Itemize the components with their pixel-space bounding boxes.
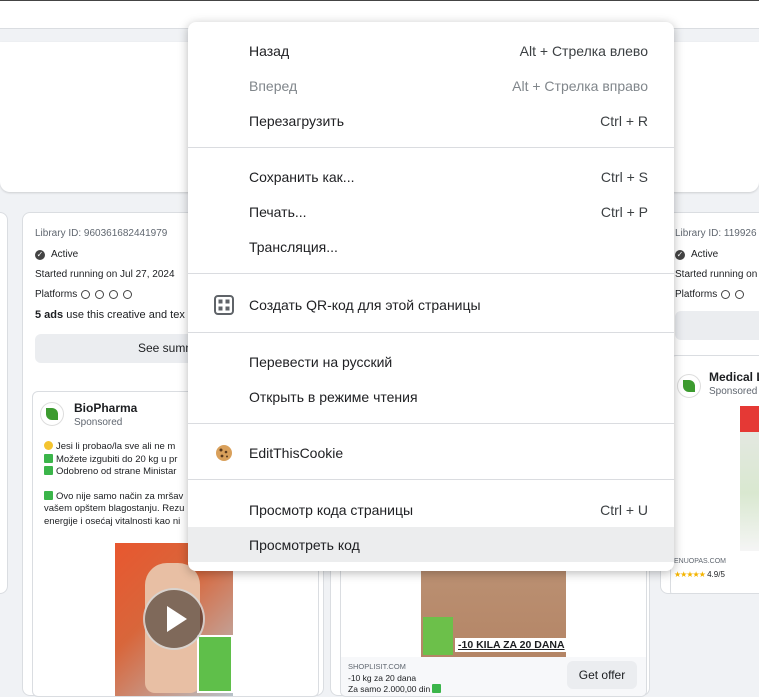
menu-item-translate[interactable]: Перевести на русский xyxy=(188,344,674,379)
platforms-row: Platforms xyxy=(675,289,745,300)
menu-item-label: Трансляция... xyxy=(249,238,338,255)
menu-item-save-as[interactable]: Сохранить как... Ctrl + S xyxy=(188,159,674,194)
ads-using-creative: 5 ads use this creative and tex xyxy=(35,309,185,321)
menu-separator xyxy=(188,423,674,424)
menu-item-shortcut: Alt + Стрелка влево xyxy=(519,42,648,59)
platforms-label: Platforms xyxy=(675,289,718,300)
menu-item-label: Сохранить как... xyxy=(249,168,355,185)
instagram-icon xyxy=(735,290,745,299)
status-active: ✓ Active xyxy=(35,249,78,260)
started-running: Started running on xyxy=(675,269,758,280)
ad-headline: -10 kg za 20 dana xyxy=(348,673,417,683)
ad-price: Za samo 2.000,00 din xyxy=(348,684,444,694)
get-offer-label: Get offer xyxy=(578,668,626,682)
menu-item-shortcut: Ctrl + U xyxy=(600,501,648,518)
ads-count: 5 ads xyxy=(35,309,64,321)
context-menu: Назад Alt + Стрелка влево Вперед Alt + С… xyxy=(188,22,674,571)
video-banner: -10 KILA ZA 20 DANA xyxy=(455,638,566,652)
product-box xyxy=(423,617,453,655)
library-id: Library ID: 119926 xyxy=(675,228,757,239)
cookie-icon xyxy=(214,443,234,463)
facebook-icon xyxy=(81,290,91,299)
messenger-icon xyxy=(123,290,133,299)
advertiser-name[interactable]: Medical L xyxy=(709,370,759,384)
leaf-icon xyxy=(46,408,58,420)
ads-text: use this creative and tex xyxy=(63,309,185,321)
ad-image-3[interactable] xyxy=(740,406,759,551)
facebook-icon xyxy=(721,290,731,299)
library-id: Library ID: 960361682441979 xyxy=(35,228,168,239)
started-running: Started running on Jul 27, 2024 xyxy=(35,269,175,280)
menu-item-inspect[interactable]: Просмотреть код xyxy=(188,527,674,562)
menu-item-editthiscookie[interactable]: EditThisCookie xyxy=(188,435,674,470)
ad-card-3: Library ID: 119926 ✓ Active Started runn… xyxy=(660,212,759,594)
ad-domain: SHOPLISIT.COM xyxy=(348,662,406,671)
menu-item-back[interactable]: Назад Alt + Стрелка влево xyxy=(188,33,674,68)
face-emoji-icon xyxy=(44,441,53,450)
menu-separator xyxy=(188,147,674,148)
menu-item-print[interactable]: Печать... Ctrl + P xyxy=(188,194,674,229)
status-label: Active xyxy=(691,249,719,260)
menu-item-label: Просмотр кода страницы xyxy=(249,501,414,518)
check-circle-icon: ✓ xyxy=(675,249,685,260)
advertiser-logo xyxy=(40,402,64,426)
menu-separator xyxy=(188,479,674,480)
menu-item-label: Перезагрузить xyxy=(249,112,344,129)
platforms-row: Platforms xyxy=(35,289,133,300)
rating-value: 4.9/5 xyxy=(707,570,725,579)
see-summary-button[interactable] xyxy=(675,311,759,340)
menu-separator xyxy=(188,273,674,274)
menu-item-label: Перевести на русский xyxy=(249,353,393,370)
platforms-label: Platforms xyxy=(35,289,78,300)
checkmark-icon xyxy=(44,466,53,475)
ad-domain: ENUOPAS.COM xyxy=(674,558,726,565)
checkmark-icon xyxy=(432,684,442,693)
menu-separator xyxy=(188,332,674,333)
check-circle-icon: ✓ xyxy=(35,249,45,260)
play-button-icon[interactable] xyxy=(143,588,205,650)
stars-icon: ★★★★★ xyxy=(674,570,706,579)
menu-item-view-source[interactable]: Просмотр кода страницы Ctrl + U xyxy=(188,492,674,527)
menu-item-qr-code[interactable]: Создать QR-код для этой страницы xyxy=(188,287,674,322)
checkmark-icon xyxy=(44,490,53,500)
status-active: ✓ Active xyxy=(675,249,718,260)
menu-item-shortcut: Alt + Стрелка вправо xyxy=(512,77,648,94)
instagram-icon xyxy=(95,290,105,299)
menu-item-label: Вперед xyxy=(249,77,298,94)
menu-item-shortcut: Ctrl + R xyxy=(600,112,648,129)
product-box xyxy=(197,635,233,693)
menu-item-cast[interactable]: Трансляция... xyxy=(188,229,674,264)
menu-item-reload[interactable]: Перезагрузить Ctrl + R xyxy=(188,103,674,138)
advertiser-logo xyxy=(677,374,701,398)
menu-item-label: Просмотреть код xyxy=(249,536,360,553)
leaf-icon xyxy=(683,380,695,392)
get-offer-button[interactable]: Get offer xyxy=(567,661,637,689)
promo-badge xyxy=(740,406,759,432)
sponsored-label: Sponsored xyxy=(74,417,123,428)
menu-item-label: EditThisCookie xyxy=(249,444,344,461)
advertiser-name[interactable]: BioPharma xyxy=(74,401,137,415)
platform-icons xyxy=(721,290,745,299)
menu-item-shortcut: Ctrl + P xyxy=(600,203,648,220)
menu-item-label: Открыть в режиме чтения xyxy=(249,388,418,405)
menu-item-shortcut: Ctrl + S xyxy=(600,168,648,185)
checkmark-icon xyxy=(44,453,53,463)
menu-item-label: Назад xyxy=(249,42,290,59)
menu-item-label: Печать... xyxy=(249,203,307,220)
menu-item-label: Создать QR-код для этой страницы xyxy=(249,296,481,313)
ad-preview-3: Medical L Sponsored ENUOPAS.COM ★★★★★ 4.… xyxy=(670,355,759,593)
sponsored-label: Sponsored xyxy=(709,386,758,397)
menu-item-reading-mode[interactable]: Открыть в режиме чтения xyxy=(188,379,674,414)
rating-row: ★★★★★ 4.9/5 xyxy=(674,570,725,579)
ad-card-partial-left xyxy=(0,212,8,594)
ad-footer: SHOPLISIT.COM -10 kg za 20 dana Za samo … xyxy=(341,657,646,696)
status-label: Active xyxy=(51,249,79,260)
platform-icons xyxy=(81,290,133,299)
menu-item-forward[interactable]: Вперед Alt + Стрелка вправо xyxy=(188,68,674,103)
qr-code-icon xyxy=(214,294,234,315)
audience-network-icon xyxy=(109,290,119,299)
